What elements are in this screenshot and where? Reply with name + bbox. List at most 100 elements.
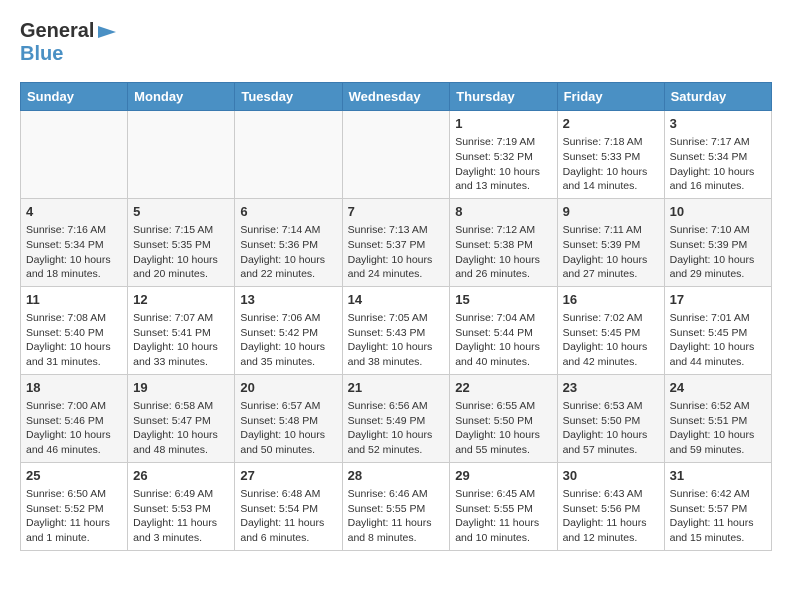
day-info: and 26 minutes. bbox=[455, 267, 551, 282]
day-number: 25 bbox=[26, 467, 122, 485]
calendar-cell: 9Sunrise: 7:11 AMSunset: 5:39 PMDaylight… bbox=[557, 198, 664, 286]
day-info: Daylight: 10 hours bbox=[455, 253, 551, 268]
calendar-cell: 10Sunrise: 7:10 AMSunset: 5:39 PMDayligh… bbox=[664, 198, 771, 286]
day-info: Sunrise: 7:02 AM bbox=[563, 311, 659, 326]
day-info: Sunrise: 7:13 AM bbox=[348, 223, 445, 238]
day-info: Sunrise: 6:42 AM bbox=[670, 487, 766, 502]
logo-wordmark: General bbox=[20, 20, 118, 43]
day-info: Sunrise: 7:05 AM bbox=[348, 311, 445, 326]
day-info: Sunrise: 6:49 AM bbox=[133, 487, 229, 502]
calendar-cell: 22Sunrise: 6:55 AMSunset: 5:50 PMDayligh… bbox=[450, 374, 557, 462]
day-info: Sunset: 5:48 PM bbox=[240, 414, 336, 429]
calendar-cell: 15Sunrise: 7:04 AMSunset: 5:44 PMDayligh… bbox=[450, 286, 557, 374]
day-info: Sunrise: 7:16 AM bbox=[26, 223, 122, 238]
day-info: Daylight: 11 hours bbox=[26, 516, 122, 531]
day-info: Daylight: 10 hours bbox=[670, 165, 766, 180]
day-info: Daylight: 10 hours bbox=[26, 253, 122, 268]
calendar-cell: 30Sunrise: 6:43 AMSunset: 5:56 PMDayligh… bbox=[557, 462, 664, 550]
day-info: Daylight: 10 hours bbox=[563, 165, 659, 180]
logo-blue-text: Blue bbox=[20, 43, 63, 66]
day-info: Sunset: 5:52 PM bbox=[26, 502, 122, 517]
day-info: and 55 minutes. bbox=[455, 443, 551, 458]
day-info: Sunrise: 6:45 AM bbox=[455, 487, 551, 502]
day-info: Daylight: 11 hours bbox=[455, 516, 551, 531]
day-info: and 13 minutes. bbox=[455, 179, 551, 194]
day-info: Sunset: 5:51 PM bbox=[670, 414, 766, 429]
day-info: Sunrise: 7:04 AM bbox=[455, 311, 551, 326]
day-number: 9 bbox=[563, 203, 659, 221]
day-info: Sunrise: 6:46 AM bbox=[348, 487, 445, 502]
day-info: and 44 minutes. bbox=[670, 355, 766, 370]
day-number: 1 bbox=[455, 115, 551, 133]
day-info: and 14 minutes. bbox=[563, 179, 659, 194]
day-info: Daylight: 11 hours bbox=[240, 516, 336, 531]
day-info: Daylight: 10 hours bbox=[26, 428, 122, 443]
calendar-cell: 3Sunrise: 7:17 AMSunset: 5:34 PMDaylight… bbox=[664, 111, 771, 199]
day-info: Sunset: 5:56 PM bbox=[563, 502, 659, 517]
day-info: Daylight: 10 hours bbox=[670, 340, 766, 355]
day-number: 8 bbox=[455, 203, 551, 221]
day-number: 24 bbox=[670, 379, 766, 397]
day-info: Sunset: 5:40 PM bbox=[26, 326, 122, 341]
day-info: Sunrise: 7:06 AM bbox=[240, 311, 336, 326]
weekday-header-saturday: Saturday bbox=[664, 83, 771, 111]
day-info: and 35 minutes. bbox=[240, 355, 336, 370]
day-info: and 33 minutes. bbox=[133, 355, 229, 370]
calendar-week-row: 4Sunrise: 7:16 AMSunset: 5:34 PMDaylight… bbox=[21, 198, 772, 286]
day-info: Sunrise: 7:12 AM bbox=[455, 223, 551, 238]
calendar-cell: 27Sunrise: 6:48 AMSunset: 5:54 PMDayligh… bbox=[235, 462, 342, 550]
calendar-cell: 1Sunrise: 7:19 AMSunset: 5:32 PMDaylight… bbox=[450, 111, 557, 199]
day-number: 21 bbox=[348, 379, 445, 397]
calendar-cell bbox=[235, 111, 342, 199]
day-info: Sunrise: 6:48 AM bbox=[240, 487, 336, 502]
day-info: and 52 minutes. bbox=[348, 443, 445, 458]
day-info: Daylight: 10 hours bbox=[348, 428, 445, 443]
day-info: Sunset: 5:32 PM bbox=[455, 150, 551, 165]
day-number: 19 bbox=[133, 379, 229, 397]
day-info: Daylight: 10 hours bbox=[455, 165, 551, 180]
day-info: and 18 minutes. bbox=[26, 267, 122, 282]
day-info: and 31 minutes. bbox=[26, 355, 122, 370]
day-info: Daylight: 10 hours bbox=[563, 253, 659, 268]
calendar-cell: 4Sunrise: 7:16 AMSunset: 5:34 PMDaylight… bbox=[21, 198, 128, 286]
day-info: and 42 minutes. bbox=[563, 355, 659, 370]
day-info: Sunset: 5:36 PM bbox=[240, 238, 336, 253]
day-number: 23 bbox=[563, 379, 659, 397]
day-info: Sunset: 5:45 PM bbox=[563, 326, 659, 341]
calendar-cell: 12Sunrise: 7:07 AMSunset: 5:41 PMDayligh… bbox=[128, 286, 235, 374]
calendar-cell: 13Sunrise: 7:06 AMSunset: 5:42 PMDayligh… bbox=[235, 286, 342, 374]
calendar-table: SundayMondayTuesdayWednesdayThursdayFrid… bbox=[20, 82, 772, 551]
day-info: Sunset: 5:44 PM bbox=[455, 326, 551, 341]
day-number: 20 bbox=[240, 379, 336, 397]
weekday-header-tuesday: Tuesday bbox=[235, 83, 342, 111]
day-info: Sunset: 5:39 PM bbox=[670, 238, 766, 253]
day-info: Daylight: 10 hours bbox=[133, 428, 229, 443]
day-info: Sunrise: 6:57 AM bbox=[240, 399, 336, 414]
day-info: Sunrise: 7:11 AM bbox=[563, 223, 659, 238]
day-info: and 27 minutes. bbox=[563, 267, 659, 282]
day-info: Sunset: 5:43 PM bbox=[348, 326, 445, 341]
weekday-header-friday: Friday bbox=[557, 83, 664, 111]
day-info: Daylight: 11 hours bbox=[670, 516, 766, 531]
day-info: Sunset: 5:45 PM bbox=[670, 326, 766, 341]
day-info: Daylight: 11 hours bbox=[563, 516, 659, 531]
day-info: and 40 minutes. bbox=[455, 355, 551, 370]
day-number: 4 bbox=[26, 203, 122, 221]
day-info: Sunset: 5:57 PM bbox=[670, 502, 766, 517]
calendar-cell: 25 Sunrise: 6:50 AMSunset: 5:52 PMDayligh… bbox=[21, 462, 128, 550]
day-info: Sunset: 5:38 PM bbox=[455, 238, 551, 253]
calendar-cell: 26Sunrise: 6:49 AMSunset: 5:53 PMDayligh… bbox=[128, 462, 235, 550]
logo: General Blue bbox=[20, 20, 118, 66]
day-info: and 1 minute. bbox=[26, 531, 122, 546]
calendar-week-row: 1Sunrise: 7:19 AMSunset: 5:32 PMDaylight… bbox=[21, 111, 772, 199]
day-info: Sunrise: 6:50 AM bbox=[26, 487, 122, 502]
day-number: 22 bbox=[455, 379, 551, 397]
day-number: 28 bbox=[348, 467, 445, 485]
day-info: and 22 minutes. bbox=[240, 267, 336, 282]
day-info: Sunrise: 6:43 AM bbox=[563, 487, 659, 502]
day-info: Sunrise: 6:52 AM bbox=[670, 399, 766, 414]
day-number: 29 bbox=[455, 467, 551, 485]
day-info: Daylight: 10 hours bbox=[240, 253, 336, 268]
day-info: Daylight: 10 hours bbox=[348, 340, 445, 355]
calendar-header-row: SundayMondayTuesdayWednesdayThursdayFrid… bbox=[21, 83, 772, 111]
